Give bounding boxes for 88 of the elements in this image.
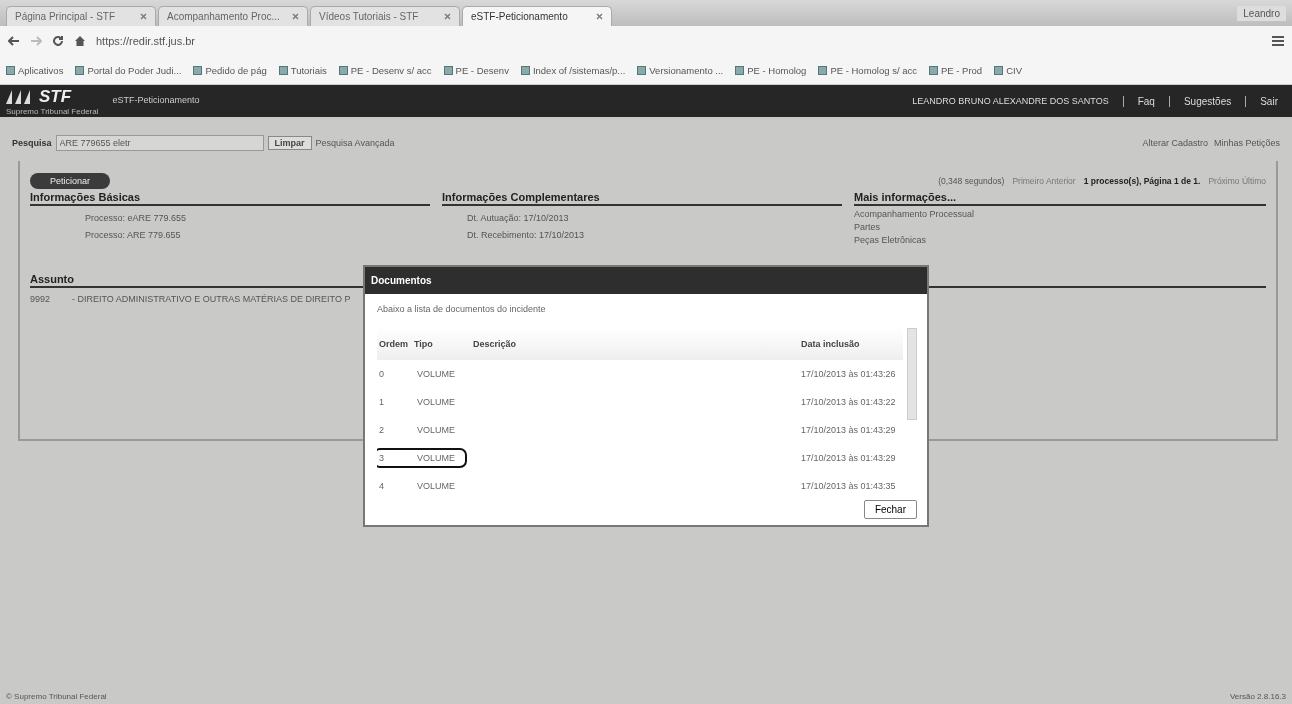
scrollbar[interactable] [907,328,917,420]
header-link[interactable]: Sugestões [1183,95,1232,107]
date-field: Dt. Recebimento: 17/10/2013 [467,230,842,240]
close-icon[interactable] [444,13,451,20]
close-icon[interactable] [140,13,147,20]
info-link[interactable]: Partes [854,222,1266,232]
home-icon[interactable] [74,35,86,47]
bookmark-icon [735,65,745,75]
section-heading: Mais informações... [854,191,1266,206]
bookmark-link[interactable]: Tutoriais [290,64,327,76]
result-count: 1 processo(s), Página 1 de 1. [1083,176,1201,186]
table-cell-text: 2 [379,425,385,435]
table-cell: 17/10/2013 às 01:43:26 [799,360,903,388]
clear-button[interactable]: Limpar [267,136,312,150]
table-cell: VOLUME [417,425,455,435]
subject-text: - DIREITO ADMINISTRATIVO E OUTRAS MATÉRIAS DE DIREITO P [72,294,351,304]
bookmark-icon [443,65,453,75]
bookmark-link[interactable]: PE - Desenv s/ acc [350,64,432,76]
browser-tab[interactable]: Página Principal - STF [6,6,156,26]
table-cell-text: 0 [379,369,385,379]
menu-icon[interactable] [1272,36,1284,46]
table-cell-text: 3 [379,453,385,463]
bookmark-icon [520,65,530,75]
process-number: Processo: eARE 779.655 [85,213,188,223]
bookmark-link[interactable]: Index of /sistemas/p... [532,64,626,76]
table-cell: VOLUME [417,397,455,407]
logo-subtitle: Supremo Tribunal Federal [6,106,99,116]
section-heading: Informações Complementares [442,191,842,206]
header-link[interactable]: Faq [1137,95,1155,107]
bookmark-link[interactable]: PE - Homolog s/ acc [830,64,917,76]
bookmark-link[interactable]: PE - Homolog [747,64,807,76]
browser-tab[interactable]: eSTF-Peticionamento [462,6,612,26]
dialog-title: Documentos [365,267,927,294]
bookmark-icon [994,65,1004,75]
close-icon[interactable] [292,13,299,20]
user-name: LEANDRO BRUNO ALEXANDRE DOS SANTOS [912,96,1109,106]
browser-tab[interactable]: Vídeos Tutoriais - STF [310,6,460,26]
process-number: Processo: ARE 779.655 [85,230,182,240]
petition-button[interactable]: Peticionar [30,173,111,189]
account-link[interactable]: Alterar Cadastro [1142,138,1208,148]
profile-name[interactable]: Leandro [1237,5,1286,21]
reload-icon[interactable] [52,35,64,47]
bookmark-icon [6,65,15,75]
close-icon[interactable] [596,13,603,20]
browser-tab[interactable]: Acompanhamento Proc... [158,6,308,26]
search-field[interactable]: ARE 779655 eletr [55,135,264,151]
bookmark-link[interactable]: Versionamento ... [649,64,724,76]
bookmark-icon [818,65,828,75]
table-cell: VOLUME [417,481,455,491]
bookmark-icon [338,65,348,75]
table-cell-text: 17/10/2013 às 01:43:35 [800,480,897,493]
table-cell: VOLUME [417,369,455,379]
column-header: Ordem [379,339,408,349]
table-cell-text: 1 [379,397,385,407]
copyright-text: © Supremo Tribunal Federal [6,691,107,701]
back-icon[interactable] [8,36,20,46]
dialog-intro: Abaixo a lista de documentos do incidente [377,304,547,314]
table-cell: VOLUME [417,453,455,463]
info-link[interactable]: Peças Eletrônicas [854,235,1266,245]
table-cell-text: 4 [379,481,385,491]
bookmark-icon [637,65,647,75]
section-heading: Informações Básicas [30,191,430,206]
subject-code: 9992 [30,294,51,304]
bookmark-link[interactable]: PE - Prod [940,64,983,76]
bookmark-link[interactable]: Portal do Poder Judi... [87,64,182,76]
version-text: Versão 2.8.16.3 [1229,691,1286,701]
table-cell-text: 17/10/2013 às 01:43:22 [800,396,897,409]
table-cell-text: 17/10/2013 às 01:43:29 [800,424,897,437]
bookmark-icon [928,65,938,75]
table-cell-text: 17/10/2013 às 01:43:29 [800,452,897,465]
column-header: Tipo [414,339,433,349]
search-time: (0,348 segundos) [938,176,1005,186]
header-link[interactable]: Sair [1260,95,1278,107]
bookmark-icon [278,65,288,75]
bookmark-link[interactable]: Pedido de pág [205,64,267,76]
search-label: Pesquisa [12,138,52,148]
app-title: eSTF-Peticionamento [112,95,200,105]
info-link[interactable]: Acompanhamento Processual [854,209,1266,219]
bookmark-link[interactable]: CIV [1006,64,1022,76]
bookmark-link[interactable]: PE - Desenv [455,64,509,76]
close-button[interactable]: Fechar [863,500,917,519]
bookmark-icon [75,65,85,75]
bookmark-link[interactable]: Aplicativos [18,64,64,76]
account-link[interactable]: Minhas Petições [1213,138,1280,148]
logo-text: STF [39,86,72,107]
bookmark-icon [193,65,203,75]
date-field: Dt. Autuação: 17/10/2013 [467,213,842,223]
advanced-search-link[interactable]: Pesquisa Avançada [315,138,395,148]
